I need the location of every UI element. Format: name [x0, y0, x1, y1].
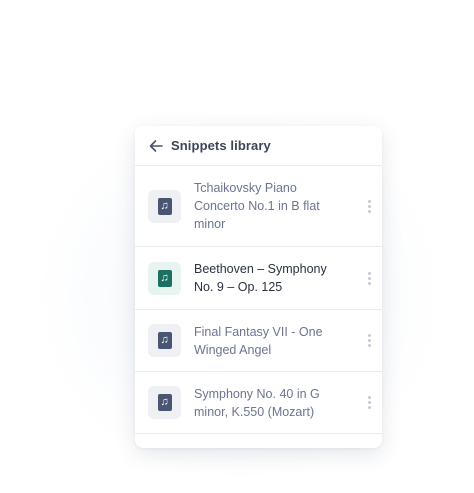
back-button[interactable]: [147, 137, 165, 155]
snippet-title: Symphony No. 40 in G minor, K.550 (Mozar…: [194, 386, 320, 419]
more-options-icon[interactable]: [361, 393, 377, 413]
more-options-icon[interactable]: [361, 196, 377, 216]
snippet-item-selected[interactable]: ♫ Beethoven – Symphony No. 9 – Op. 125: [135, 247, 382, 310]
snippet-thumbnail: ♫: [148, 261, 181, 295]
snippet-item[interactable]: ♫ Final Fantasy VII - One Winged Angel: [135, 310, 382, 372]
more-options-icon[interactable]: [361, 268, 377, 288]
arrow-left-icon: [149, 139, 163, 152]
snippet-title: Tchaikovsky Piano Concerto No.1 in B fla…: [194, 181, 320, 231]
snippet-thumbnail: ♫: [148, 386, 181, 419]
snippet-title: Beethoven – Symphony No. 9 – Op. 125: [194, 262, 327, 294]
music-note-icon: ♫: [157, 269, 172, 287]
snippet-thumbnail: ♫: [148, 324, 181, 357]
more-options-icon[interactable]: [361, 331, 377, 351]
panel-title: Snippets library: [171, 138, 271, 153]
music-note-icon: ♫: [157, 394, 172, 411]
snippet-item[interactable]: ♫ Tchaikovsky Piano Concerto No.1 in B f…: [135, 166, 382, 247]
snippet-title: Final Fantasy VII - One Winged Angel: [194, 324, 323, 357]
snippet-item[interactable]: ♫ Symphony No. 40 in G minor, K.550 (Moz…: [135, 372, 382, 434]
music-note-icon: ♫: [157, 332, 172, 349]
panel-header: Snippets library: [135, 126, 382, 166]
snippet-thumbnail: ♫: [148, 189, 181, 223]
music-note-icon: ♫: [157, 197, 172, 215]
snippets-library-panel: Snippets library ♫ Tchaikovsky Piano Con…: [135, 126, 382, 448]
